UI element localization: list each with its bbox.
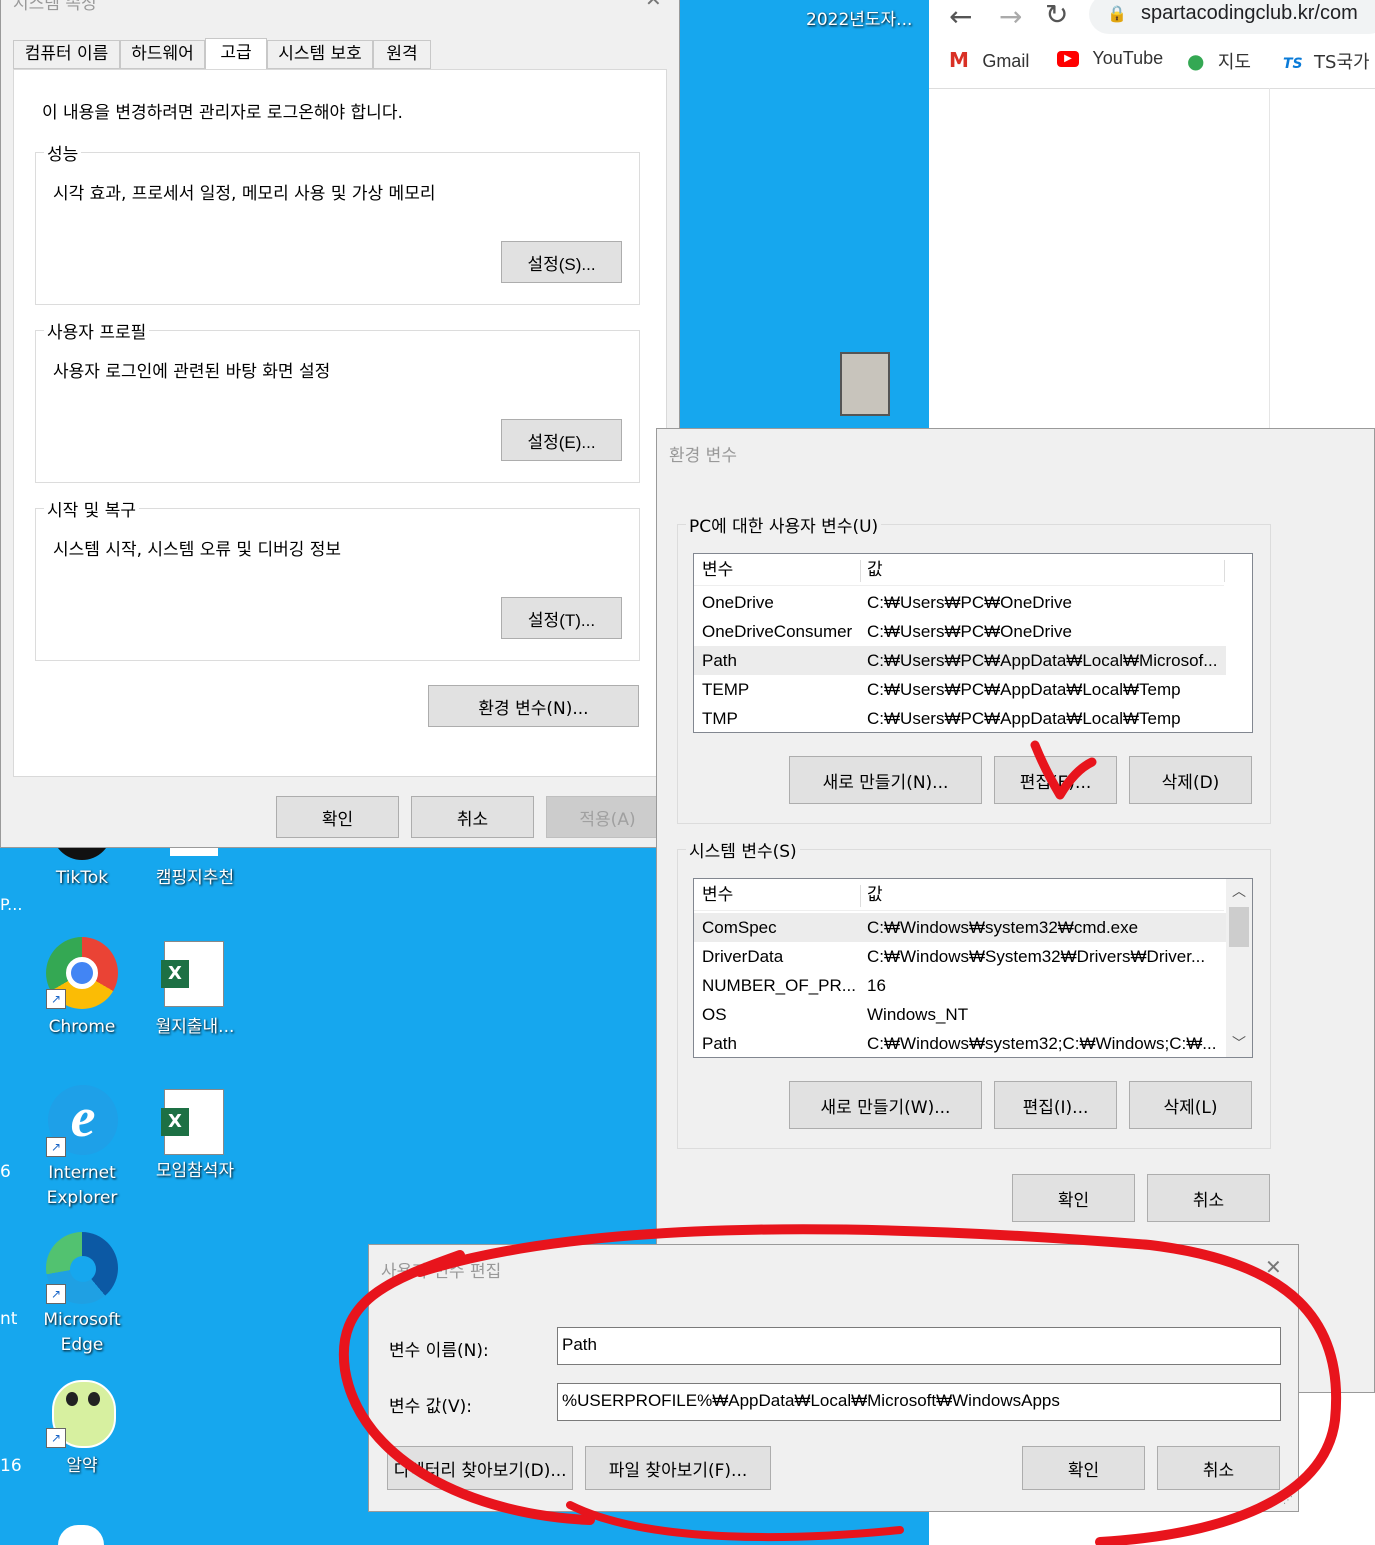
- annotation-checkmark: [1030, 740, 1097, 800]
- annotation-circle: [338, 1224, 1342, 1545]
- annotation-overlay: [338, 740, 1342, 1545]
- annotation-circle-tail: [566, 1501, 904, 1542]
